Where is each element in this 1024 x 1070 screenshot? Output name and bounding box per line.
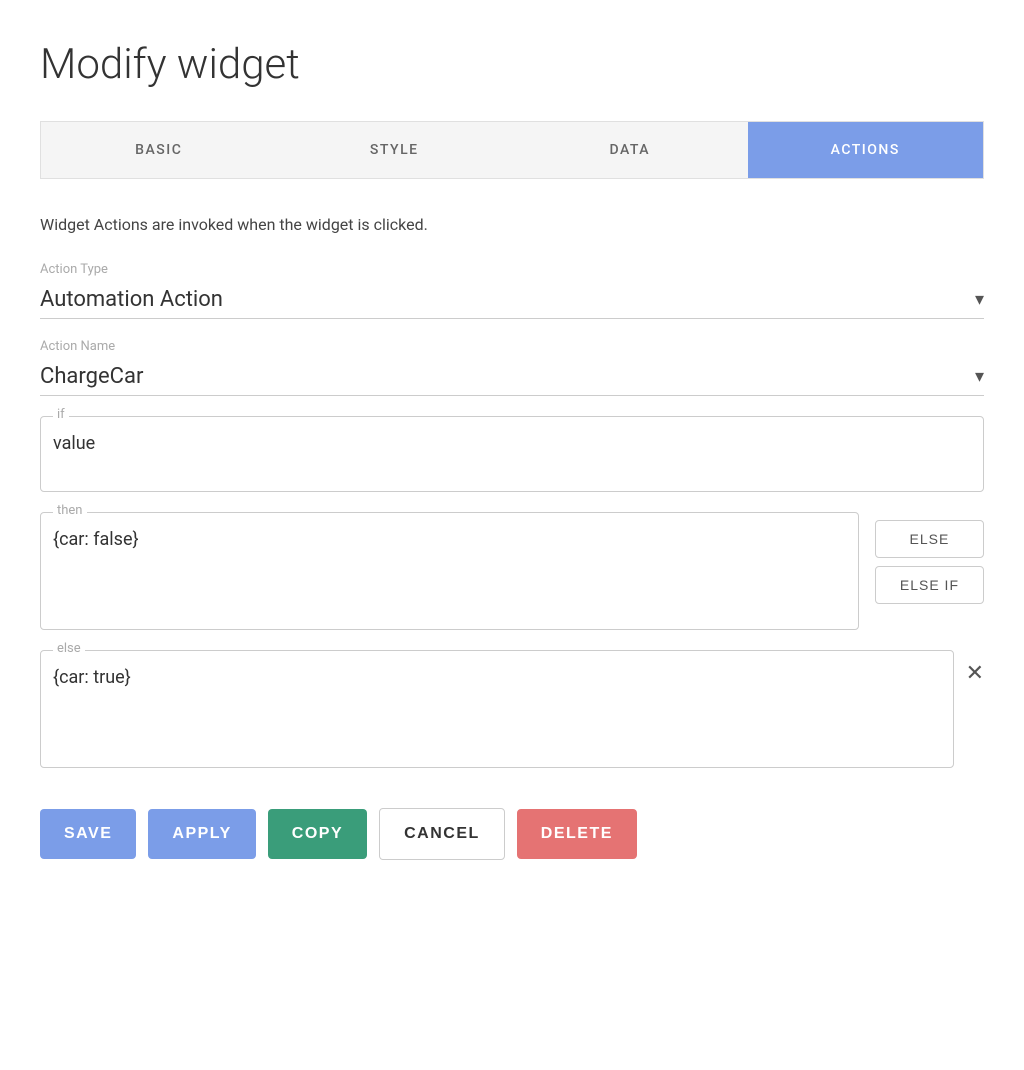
then-input[interactable] — [53, 529, 846, 613]
apply-button[interactable]: APPLY — [148, 809, 255, 859]
tab-basic[interactable]: BASIC — [41, 122, 277, 178]
then-buttons-group: ELSE ELSE IF — [875, 512, 984, 604]
else-section: else ✕ — [40, 650, 984, 768]
save-button[interactable]: SAVE — [40, 809, 136, 859]
tab-actions[interactable]: ACTIONS — [748, 122, 984, 178]
if-input[interactable] — [53, 433, 971, 475]
tabs-bar: BASIC STYLE DATA ACTIONS — [40, 121, 984, 179]
action-name-dropdown[interactable]: ChargeCar ▾ — [40, 358, 984, 396]
else-fieldset: else — [40, 650, 954, 768]
tab-style[interactable]: STYLE — [277, 122, 513, 178]
action-type-field: Action Type Automation Action ▾ — [40, 262, 984, 319]
action-name-label: Action Name — [40, 339, 984, 354]
if-section: if — [40, 416, 984, 492]
action-name-field: Action Name ChargeCar ▾ — [40, 339, 984, 396]
action-name-value: ChargeCar — [40, 364, 975, 389]
tab-data[interactable]: DATA — [512, 122, 748, 178]
if-legend: if — [53, 407, 69, 422]
copy-button[interactable]: COPY — [268, 809, 367, 859]
else-close-button[interactable]: ✕ — [966, 650, 984, 686]
then-legend: then — [53, 503, 87, 518]
then-section: then ELSE ELSE IF — [40, 512, 984, 630]
action-type-arrow-icon: ▾ — [975, 289, 984, 310]
then-fieldset: then — [40, 512, 859, 630]
else-if-button[interactable]: ELSE IF — [875, 566, 984, 604]
delete-button[interactable]: DELETE — [517, 809, 637, 859]
description-text: Widget Actions are invoked when the widg… — [40, 215, 984, 234]
footer-buttons: SAVE APPLY COPY CANCEL DELETE — [40, 808, 984, 860]
action-type-label: Action Type — [40, 262, 984, 277]
cancel-button[interactable]: CANCEL — [379, 808, 505, 860]
action-type-value: Automation Action — [40, 287, 975, 312]
action-type-dropdown[interactable]: Automation Action ▾ — [40, 281, 984, 319]
page-title: Modify widget — [40, 40, 984, 89]
else-input[interactable] — [53, 667, 941, 751]
else-legend: else — [53, 641, 85, 656]
action-name-arrow-icon: ▾ — [975, 366, 984, 387]
if-fieldset: if — [40, 416, 984, 492]
else-button[interactable]: ELSE — [875, 520, 984, 558]
